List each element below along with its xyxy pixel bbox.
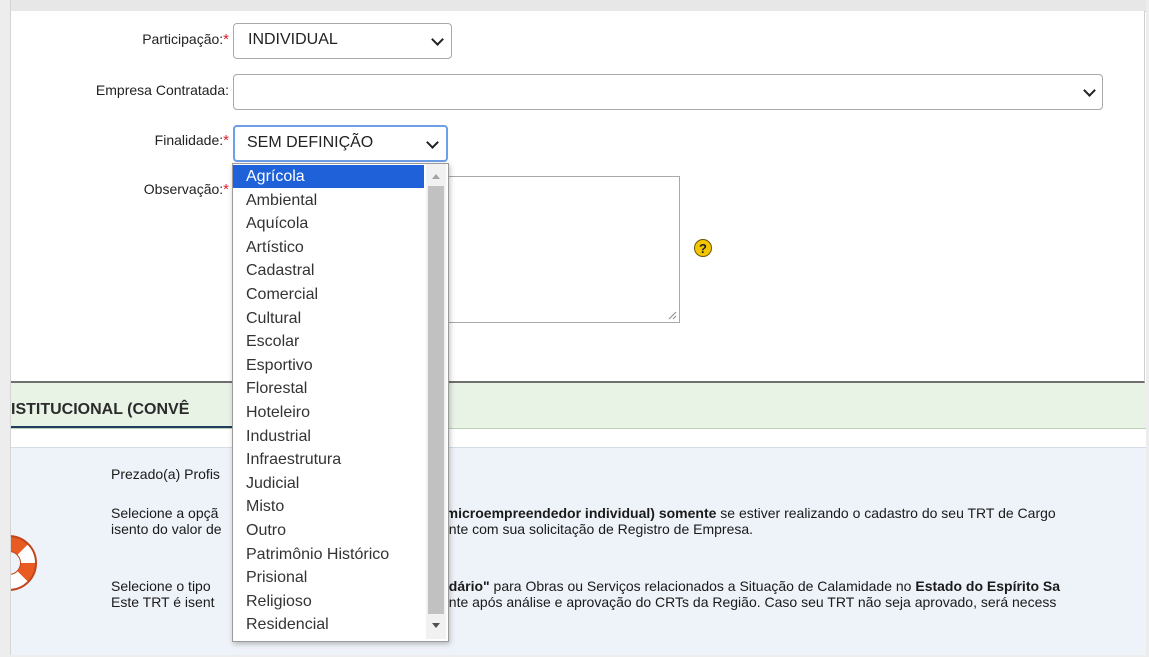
info-p1-line1a: Selecione a opçã (111, 505, 219, 521)
info-p2-line2b: ente após análise e aprovação do CRTs da… (441, 594, 1057, 610)
section-underline (11, 426, 241, 428)
dropdown-option[interactable]: Cultural (233, 307, 424, 330)
chevron-down-icon (426, 136, 439, 149)
dropdown-option[interactable]: Outro (233, 519, 424, 542)
required-marker: * (223, 31, 229, 48)
finalidade-dropdown-list[interactable]: Agrícola Ambiental Aquícola Artístico Cadast… (232, 163, 449, 642)
dropdown-option[interactable]: Residencial (233, 613, 424, 636)
dropdown-option[interactable]: Prisional (233, 566, 424, 589)
dropdown-option[interactable]: Hoteleiro (233, 401, 424, 424)
info-greeting: Prezado(a) Profis (111, 466, 220, 482)
scroll-up-arrow-icon[interactable] (432, 174, 440, 179)
empresa-select[interactable] (233, 74, 1103, 110)
dropdown-scrollbar-thumb[interactable] (428, 186, 444, 614)
info-p2-line2a: Este TRT é isent (111, 594, 215, 610)
required-marker: * (223, 181, 229, 198)
section-title: ISTITUCIONAL (CONVÊ (11, 401, 190, 418)
participacao-label: Participação:* (142, 31, 229, 48)
finalidade-label: Finalidade:* (154, 132, 229, 149)
participacao-value: INDIVIDUAL (248, 31, 338, 48)
observacao-label: Observação:* (143, 181, 229, 198)
info-p1-line2b: ente com sua solicitação de Registro de … (441, 521, 754, 537)
form-panel: Participação:* INDIVIDUAL Empresa Contra… (11, 11, 1145, 383)
dropdown-option[interactable]: Infraestrutura (233, 448, 424, 471)
finalidade-select[interactable]: SEM DEFINIÇÃO (233, 125, 448, 162)
dropdown-option[interactable]: Ambiental (233, 189, 424, 212)
dropdown-option[interactable]: Religioso (233, 590, 424, 613)
dropdown-option[interactable]: Florestal (233, 377, 424, 400)
participacao-select[interactable]: INDIVIDUAL (233, 23, 452, 59)
dropdown-option[interactable]: Escolar (233, 330, 424, 353)
dropdown-option[interactable]: Patrimônio Histórico (233, 543, 424, 566)
required-marker: * (223, 132, 229, 149)
finalidade-value: SEM DEFINIÇÃO (247, 134, 374, 151)
scroll-down-arrow-icon[interactable] (432, 623, 440, 628)
dropdown-option[interactable]: Agrícola (233, 165, 424, 188)
info-p1-line1b: (microempreendedor individual) somente s… (441, 505, 1056, 521)
empresa-label: Empresa Contratada: (95, 82, 229, 98)
dropdown-option[interactable]: Esportivo (233, 354, 424, 377)
chevron-down-icon (1083, 84, 1096, 97)
resize-handle-icon[interactable] (668, 311, 677, 320)
info-p1-line2a: isento do valor de (111, 521, 222, 537)
dropdown-option[interactable]: Industrial (233, 425, 424, 448)
dropdown-option[interactable]: Judicial (233, 472, 424, 495)
dropdown-option[interactable]: Cadastral (233, 259, 424, 282)
help-icon[interactable]: ? (694, 239, 712, 257)
page-frame: Participação:* INDIVIDUAL Empresa Contra… (10, 0, 1146, 655)
dropdown-option[interactable]: Comercial (233, 283, 424, 306)
dropdown-option[interactable]: Aquícola (233, 212, 424, 235)
dropdown-option[interactable]: Artístico (233, 236, 424, 259)
dropdown-option[interactable]: Misto (233, 495, 424, 518)
info-p2-line1a: Selecione o tipo (111, 578, 211, 594)
info-p2-line1b: lidário" para Obras ou Serviços relacion… (441, 578, 1061, 594)
chevron-down-icon (431, 33, 444, 46)
